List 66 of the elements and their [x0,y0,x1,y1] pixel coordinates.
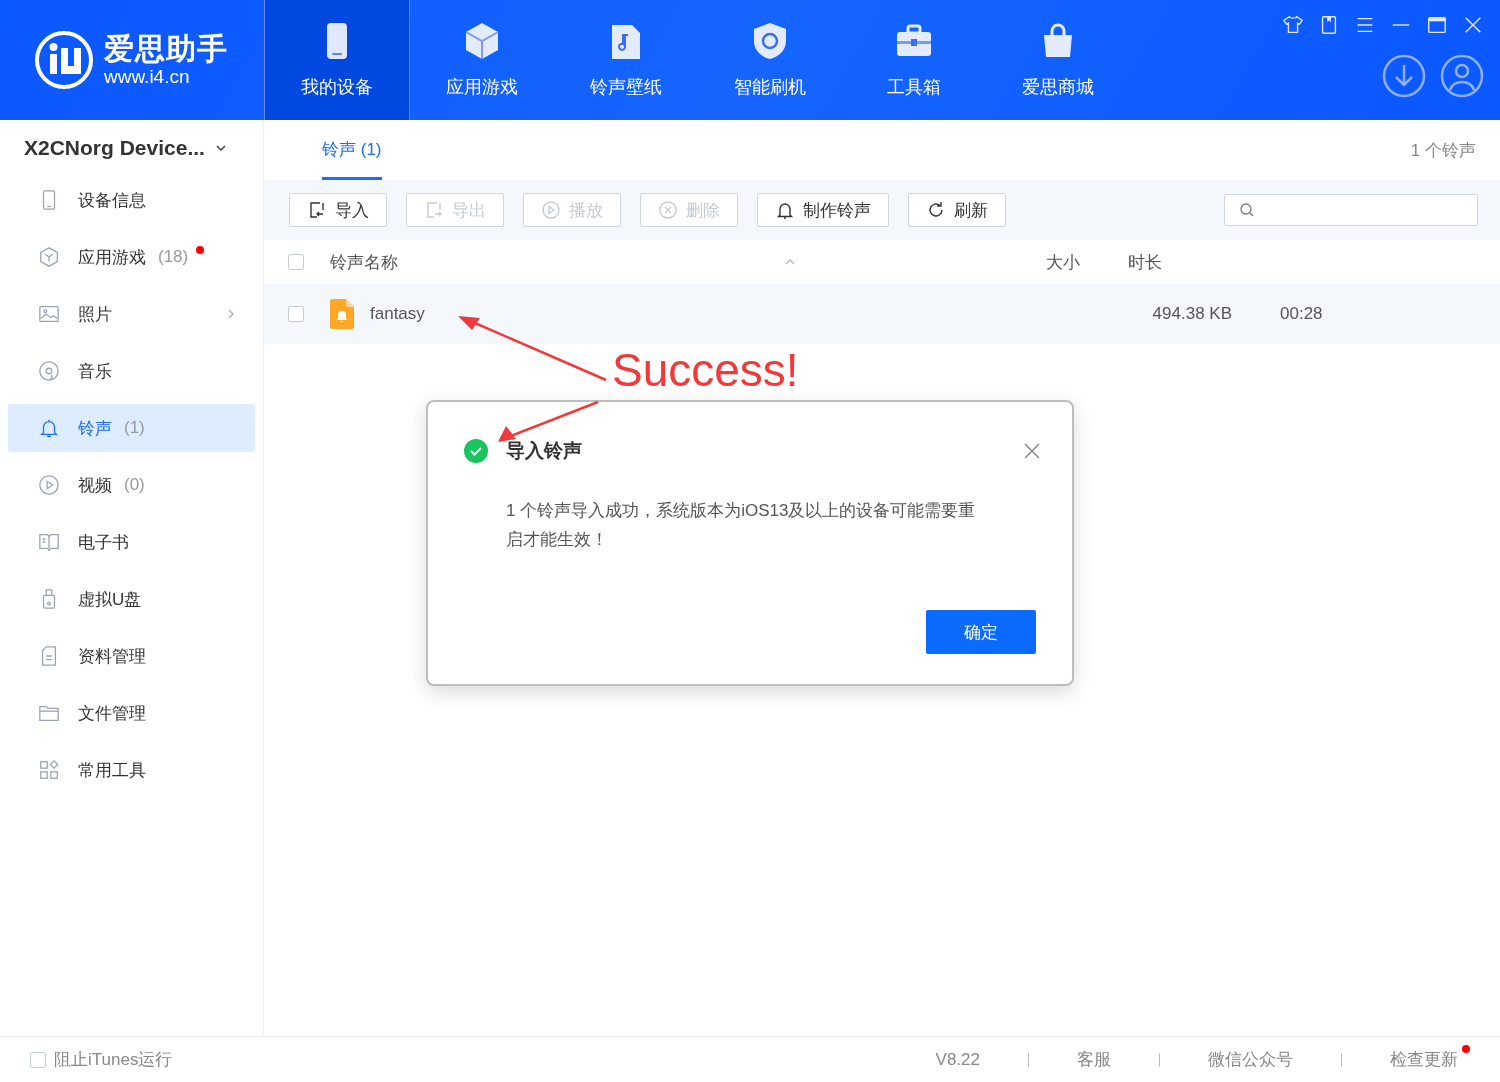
table-cell: 00:28 [1280,304,1323,324]
logo-icon [34,30,94,90]
refresh-icon [926,200,946,220]
search-icon [1239,202,1255,218]
annotation-text: Success! [612,344,799,396]
chevron-down-icon [214,142,227,154]
app-url: www.i4.cn [104,66,191,88]
sidebar-item[interactable]: 常用工具 [8,746,255,794]
sidebar-item[interactable]: 照片 [8,290,255,338]
image-icon [38,303,60,325]
ringtone-count: 1 个铃声 [1410,139,1476,162]
table-row[interactable]: fantasy 494.38 KB 00:28 [264,284,1500,344]
import-button[interactable]: 导入 [289,193,387,227]
nav-tab[interactable]: 爱思商城 [986,0,1130,120]
disc-icon [38,360,60,382]
book-icon [38,531,60,553]
nav-tab[interactable]: 工具箱 [842,0,986,120]
play-icon [38,474,60,496]
column-header[interactable]: 时长 [1128,250,1162,274]
sidebar-item[interactable]: 音乐 [8,347,255,395]
bell-icon [38,417,60,439]
refresh-button[interactable]: 刷新 [908,193,1006,227]
footer-link[interactable]: 客服 [1077,1048,1111,1071]
nav-tab[interactable]: 铃声壁纸 [554,0,698,120]
device-dropdown[interactable]: X2CNorg Device... [8,120,255,176]
ringtone-file-icon [330,299,354,329]
nav-tab[interactable]: 我的设备 [264,0,410,120]
row-checkbox[interactable] [288,306,304,322]
version-text: V8.22 [935,1049,980,1070]
footer-link[interactable]: 检查更新 [1390,1048,1458,1071]
import-icon [307,200,327,220]
column-header[interactable]: 大小 [896,250,1080,274]
play-icon [541,200,561,220]
sidebar-item[interactable]: 电子书 [8,518,255,566]
close-icon[interactable] [1022,441,1042,461]
nav-tab[interactable]: 应用游戏 [410,0,554,120]
shirt-icon[interactable] [1282,14,1304,36]
bell-icon [775,200,795,220]
grid-icon [38,759,60,781]
itunes-checkbox[interactable]: 阻止iTunes运行 [30,1048,173,1071]
sidebar-item[interactable]: 资料管理 [8,632,255,680]
sidebar-item[interactable]: 虚拟U盘 [8,575,255,623]
sidebar-item[interactable]: 应用游戏 (18) [8,233,255,281]
nav-tab[interactable]: 智能刷机 [698,0,842,120]
select-all-checkbox[interactable] [288,254,304,270]
sidebar-item[interactable]: 文件管理 [8,689,255,737]
delete-icon [658,200,678,220]
app-name: 爱思助手 [104,32,228,66]
table-cell-text: fantasy [370,304,426,324]
export-icon [424,200,444,220]
table-cell-text: 494.38 KB [1151,304,1232,324]
dialog-message: 1 个铃声导入成功，系统版本为iOS13及以上的设备可能需要重启才能生效！ [506,500,977,551]
sidebar-item[interactable]: 视频 (0) [8,461,255,509]
search-field[interactable] [1224,194,1478,226]
download-icon[interactable] [1382,54,1426,98]
success-check-icon [464,439,488,463]
sidebar-item[interactable]: 铃声 (1) [8,404,255,452]
sidebar-item[interactable]: 设备信息 [8,176,255,224]
confirm-button[interactable]: 确定 [926,610,1036,654]
cube-icon [38,246,60,268]
user-icon[interactable] [1440,54,1484,98]
dialog-title: 导入铃声 [506,439,582,463]
column-header[interactable]: 铃声名称 [330,250,784,274]
maximize-icon[interactable] [1426,14,1448,36]
footer-link[interactable]: 微信公众号 [1208,1048,1293,1071]
bell-button[interactable]: 制作铃声 [757,193,889,227]
